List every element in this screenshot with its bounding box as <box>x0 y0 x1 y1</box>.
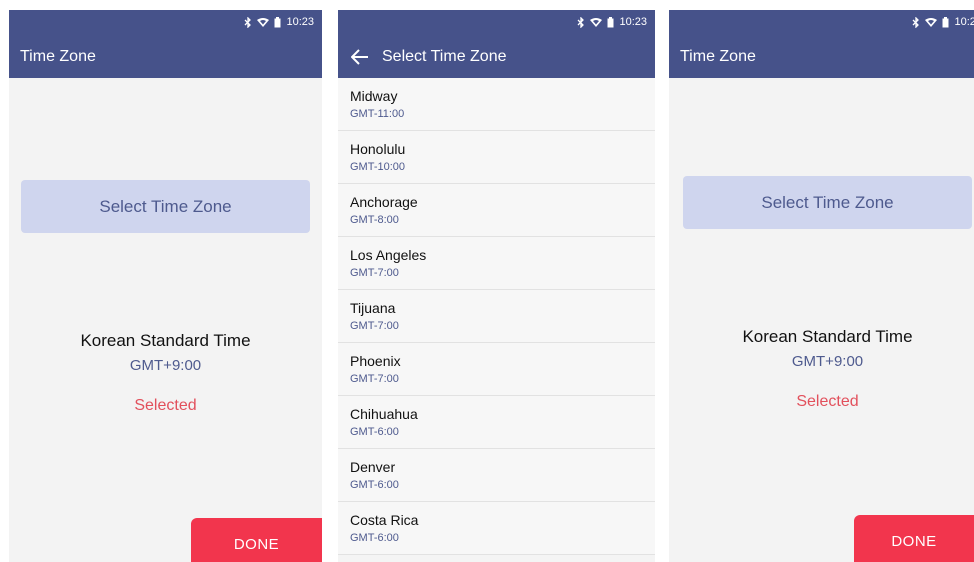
wifi-icon <box>925 17 938 27</box>
bluetooth-icon <box>913 16 920 28</box>
app-bar: Select Time Zone <box>338 35 655 78</box>
status-time: 10:23 <box>286 16 314 28</box>
selected-label: Selected <box>796 393 859 410</box>
arrow-left-icon[interactable] <box>350 47 370 67</box>
time-zone-city: Midway <box>350 88 398 104</box>
status-icons: 10:23 <box>244 15 314 29</box>
time-zone-list-item[interactable]: Chihuahua GMT-6:00 <box>338 396 655 449</box>
current-timezone-offset: GMT+9:00 <box>791 353 864 370</box>
time-zone-city: Costa Rica <box>350 512 419 528</box>
time-zone-list-item[interactable]: Phoenix GMT-7:00 <box>338 343 655 396</box>
status-bar: 10:23 <box>338 10 655 35</box>
time-zone-list-item[interactable]: Costa Rica GMT-6:00 <box>338 502 655 555</box>
status-bar: 10:23 <box>669 10 974 35</box>
status-time: 10:23 <box>954 16 974 28</box>
time-zone-city: Honolulu <box>350 141 406 157</box>
app-bar: Time Zone <box>669 35 974 78</box>
status-time: 10:23 <box>619 16 647 28</box>
done-button[interactable]: DONE <box>191 518 322 562</box>
current-timezone-name: Korean Standard Time <box>80 331 251 350</box>
time-zone-offset: GMT-7:00 <box>350 373 399 385</box>
time-zone-list-item[interactable]: Anchorage GMT-8:00 <box>338 184 655 237</box>
page-title: Time Zone <box>20 47 96 65</box>
time-zone-city: Chihuahua <box>350 406 418 422</box>
time-zone-city: Phoenix <box>350 353 401 369</box>
time-zone-offset: GMT-7:00 <box>350 320 399 332</box>
status-icons: 10:23 <box>912 15 974 29</box>
status-bar: 10:23 <box>9 10 322 35</box>
time-zone-offset: GMT-8:00 <box>350 214 399 226</box>
time-zone-list-item[interactable]: Los Angeles GMT-7:00 <box>338 237 655 290</box>
page-title: Select Time Zone <box>382 47 507 65</box>
time-zone-screen-right: 10:23 Time Zone Select Time Zone Korean … <box>669 10 974 562</box>
time-zone-offset: GMT-7:00 <box>350 267 399 279</box>
time-zone-city: Anchorage <box>350 194 418 210</box>
current-timezone-offset: GMT+9:00 <box>129 357 202 374</box>
status-icons: 10:23 <box>577 15 647 29</box>
selected-label: Selected <box>134 397 197 414</box>
bluetooth-icon <box>245 16 252 28</box>
wifi-icon <box>257 17 270 27</box>
select-time-zone-screen: 10:23 Select Time Zone Midway GMT-11:00 Ho… <box>338 10 655 562</box>
time-zone-list-item[interactable]: Tijuana GMT-7:00 <box>338 290 655 343</box>
select-time-zone-button[interactable]: Select Time Zone <box>21 180 310 233</box>
done-button[interactable]: DONE <box>854 515 974 562</box>
wifi-icon <box>590 17 603 27</box>
time-zone-offset: GMT-10:00 <box>350 161 406 173</box>
page-title: Time Zone <box>680 47 756 65</box>
time-zone-list-item[interactable]: Honolulu GMT-10:00 <box>338 131 655 184</box>
bluetooth-icon <box>578 16 585 28</box>
time-zone-offset: GMT-6:00 <box>350 479 399 491</box>
time-zone-city: Denver <box>350 459 396 475</box>
time-zone-city: Los Angeles <box>350 247 427 263</box>
app-bar: Time Zone <box>9 35 322 78</box>
time-zone-list: Midway GMT-11:00 Honolulu GMT-10:00 Anchorag… <box>338 78 655 562</box>
time-zone-screen-left: 10:23 Time Zone Select Time Zone Korean … <box>9 10 322 562</box>
time-zone-list-item[interactable]: Midway GMT-11:00 <box>338 78 655 131</box>
battery-icon <box>942 16 949 27</box>
current-timezone-name: Korean Standard Time <box>742 327 913 346</box>
battery-icon <box>607 16 614 27</box>
time-zone-city: Tijuana <box>350 300 396 316</box>
time-zone-offset: GMT-11:00 <box>350 108 405 120</box>
battery-icon <box>274 16 281 27</box>
time-zone-offset: GMT-6:00 <box>350 426 399 438</box>
time-zone-offset: GMT-6:00 <box>350 532 399 544</box>
select-time-zone-button[interactable]: Select Time Zone <box>683 176 972 229</box>
time-zone-list-item[interactable]: Denver GMT-6:00 <box>338 449 655 502</box>
